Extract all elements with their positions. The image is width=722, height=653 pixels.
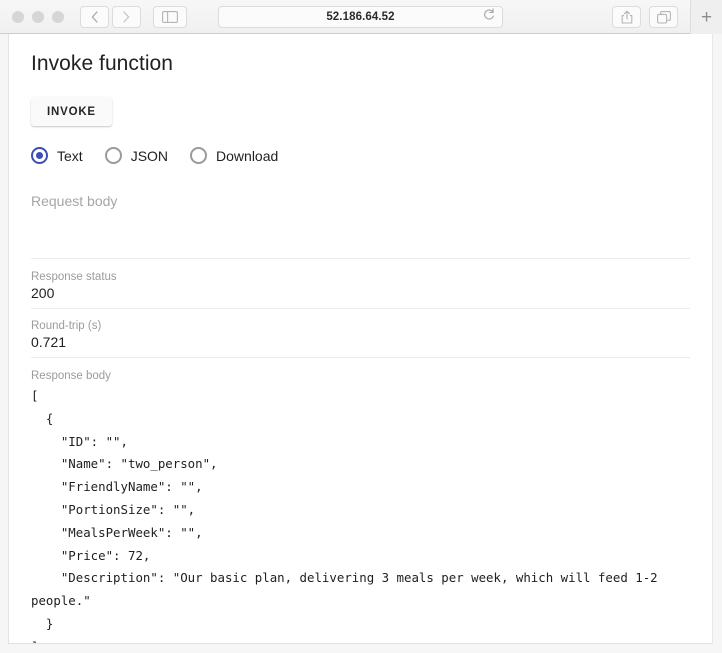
toggle-sidebar-button[interactable] (153, 5, 187, 28)
round-trip-label: Round-trip (s) (31, 320, 102, 332)
radio-label-json: JSON (130, 147, 169, 164)
response-status-field: Response status 200 (31, 271, 690, 309)
url-text: 52.186.64.52 (326, 10, 395, 23)
browser-toolbar: 52.186.64.52 + (0, 0, 722, 34)
radio-label-download: Download (216, 147, 279, 164)
page-title: Invoke function (31, 52, 174, 75)
close-window-button[interactable] (12, 10, 24, 23)
radio-option-json[interactable]: JSON (104, 147, 169, 164)
show-tab-overview-button[interactable] (649, 6, 678, 28)
chevron-left-icon (91, 10, 98, 23)
reload-icon (484, 7, 494, 20)
toolbar-right-group: + (612, 0, 722, 34)
output-mode-radio-group: Text JSON Download (31, 147, 698, 164)
radio-icon-unselected (190, 147, 208, 164)
response-status-label: Response status (31, 271, 117, 283)
invoke-button[interactable]: INVOKE (31, 97, 112, 126)
page-viewport: Invoke function INVOKE Text JSON Downloa… (8, 34, 713, 644)
response-body-value[interactable]: [ { "ID": "", "Name": "two_person", "Fri… (31, 385, 690, 643)
forward-button[interactable] (112, 5, 141, 28)
new-tab-button[interactable]: + (690, 0, 722, 34)
share-button[interactable] (612, 6, 641, 28)
radio-label-text: Text (57, 147, 83, 164)
radio-icon-unselected (104, 147, 122, 164)
address-bar[interactable]: 52.186.64.52 (218, 5, 503, 28)
response-body-label: Response body (31, 370, 111, 382)
back-button[interactable] (80, 5, 109, 28)
sidebar-icon (162, 10, 178, 23)
round-trip-field: Round-trip (s) 0.721 (31, 320, 690, 358)
window-controls (12, 10, 64, 23)
response-status-value: 200 (31, 285, 55, 301)
tab-overview-icon (656, 10, 671, 24)
maximize-window-button[interactable] (52, 10, 64, 23)
share-icon (621, 10, 632, 24)
round-trip-value: 0.721 (31, 334, 67, 350)
minimize-window-button[interactable] (32, 10, 44, 23)
request-body-field[interactable]: Request body (31, 186, 690, 259)
request-body-placeholder: Request body (31, 193, 118, 209)
browser-window: 52.186.64.52 + Invoke function INVOKE Te… (0, 0, 722, 653)
navigation-buttons (80, 5, 141, 28)
address-bar-container: 52.186.64.52 (218, 5, 503, 28)
page-frame: Invoke function INVOKE Text JSON Downloa… (0, 34, 722, 653)
invoke-function-panel: Invoke function INVOKE Text JSON Downloa… (9, 34, 712, 643)
chevron-right-icon (123, 10, 130, 23)
response-body-field: Response body [ { "ID": "", "Name": "two… (31, 370, 690, 643)
reload-button[interactable] (483, 7, 495, 26)
radio-option-text[interactable]: Text (31, 147, 83, 164)
radio-icon-selected (31, 147, 48, 164)
radio-option-download[interactable]: Download (190, 147, 278, 164)
